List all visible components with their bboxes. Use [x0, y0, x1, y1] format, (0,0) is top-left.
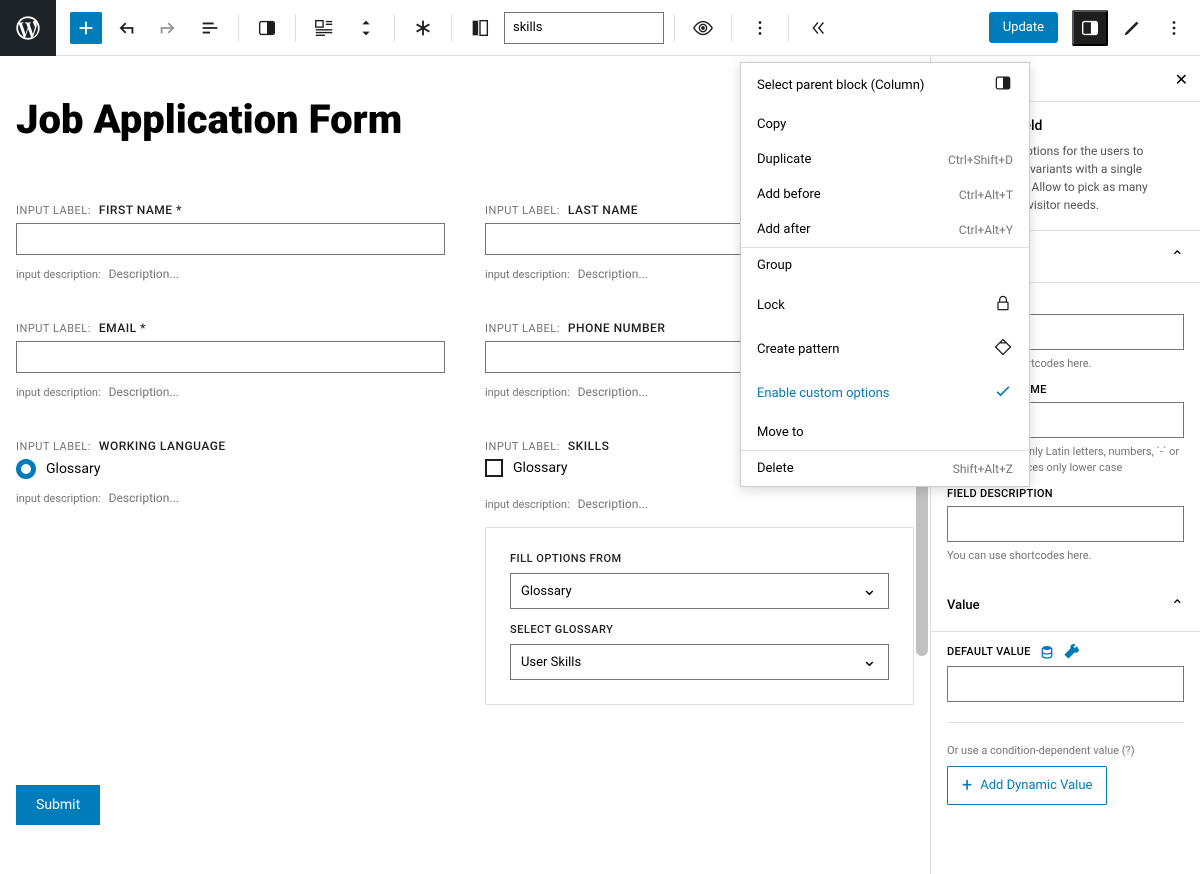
- select-glossary-select[interactable]: User Skills: [510, 644, 889, 680]
- toolbar-separator: [394, 14, 395, 42]
- menu-item[interactable]: Group: [741, 248, 1029, 283]
- more-options-button[interactable]: [742, 10, 778, 46]
- menu-item[interactable]: Lock: [741, 283, 1029, 327]
- menu-item[interactable]: DuplicateCtrl+Shift+D: [741, 142, 1029, 177]
- diamond-icon: [993, 337, 1013, 361]
- close-sidebar-button[interactable]: ✕: [1175, 70, 1188, 89]
- field-email: INPUT LABEL:EMAIL * input description:De…: [16, 321, 445, 399]
- layout-button[interactable]: [462, 10, 498, 46]
- wordpress-logo[interactable]: [0, 0, 56, 56]
- column-icon[interactable]: [249, 10, 285, 46]
- wrench-icon[interactable]: [1063, 644, 1079, 660]
- lock-icon: [993, 293, 1013, 317]
- options-panel: FILL OPTIONS FROM Glossary SELECT GLOSSA…: [485, 527, 914, 705]
- toolbar-separator: [731, 14, 732, 42]
- preview-button[interactable]: [685, 10, 721, 46]
- menu-item[interactable]: Move to: [741, 415, 1029, 450]
- column-icon: [993, 73, 1013, 97]
- required-button[interactable]: [405, 10, 441, 46]
- menu-item[interactable]: Select parent block (Column): [741, 63, 1029, 107]
- add-block-button[interactable]: [70, 12, 102, 44]
- field-name-input[interactable]: [504, 12, 664, 44]
- panel-value[interactable]: Value ⌃: [931, 580, 1200, 632]
- radio-glossary[interactable]: Glossary: [16, 459, 445, 479]
- move-button[interactable]: [348, 10, 384, 46]
- collapse-button[interactable]: [799, 10, 835, 46]
- menu-item[interactable]: Create pattern: [741, 327, 1029, 371]
- chevron-up-icon: ⌃: [1171, 247, 1184, 266]
- toolbar-separator: [295, 14, 296, 42]
- top-toolbar: Update: [0, 0, 1200, 56]
- document-overview-button[interactable]: [192, 10, 228, 46]
- styles-button[interactable]: [1114, 10, 1150, 46]
- toolbar-separator: [674, 14, 675, 42]
- fill-options-select[interactable]: Glossary: [510, 573, 889, 609]
- menu-item[interactable]: Add afterCtrl+Alt+Y: [741, 212, 1029, 247]
- block-type-button[interactable]: [306, 10, 342, 46]
- block-context-menu: Select parent block (Column)CopyDuplicat…: [740, 62, 1030, 487]
- first-name-input[interactable]: [16, 223, 445, 255]
- submit-button[interactable]: Submit: [16, 785, 100, 825]
- check-icon: [993, 381, 1013, 405]
- field-first-name: INPUT LABEL:FIRST NAME * input descripti…: [16, 203, 445, 281]
- field-description-input[interactable]: [947, 506, 1184, 542]
- options-menu-button[interactable]: [1156, 10, 1192, 46]
- update-button[interactable]: Update: [989, 12, 1058, 43]
- menu-item[interactable]: Copy: [741, 107, 1029, 142]
- toolbar-separator: [451, 14, 452, 42]
- database-icon[interactable]: [1039, 644, 1055, 660]
- menu-item[interactable]: Add beforeCtrl+Alt+T: [741, 177, 1029, 212]
- toolbar-separator: [788, 14, 789, 42]
- chevron-up-icon: ⌃: [1171, 596, 1184, 615]
- field-working-language: INPUT LABEL:WORKING LANGUAGE Glossary in…: [16, 439, 445, 705]
- radio-icon: [16, 459, 36, 479]
- undo-button[interactable]: [108, 10, 144, 46]
- add-dynamic-value-button[interactable]: + Add Dynamic Value: [947, 766, 1107, 805]
- menu-item[interactable]: DeleteShift+Alt+Z: [741, 451, 1029, 486]
- default-value-input[interactable]: [947, 666, 1184, 702]
- toolbar-separator: [238, 14, 239, 42]
- email-input[interactable]: [16, 341, 445, 373]
- settings-panel-button[interactable]: [1072, 10, 1108, 46]
- checkbox-icon: [485, 459, 503, 477]
- menu-item[interactable]: Enable custom options: [741, 371, 1029, 415]
- redo-button[interactable]: [150, 10, 186, 46]
